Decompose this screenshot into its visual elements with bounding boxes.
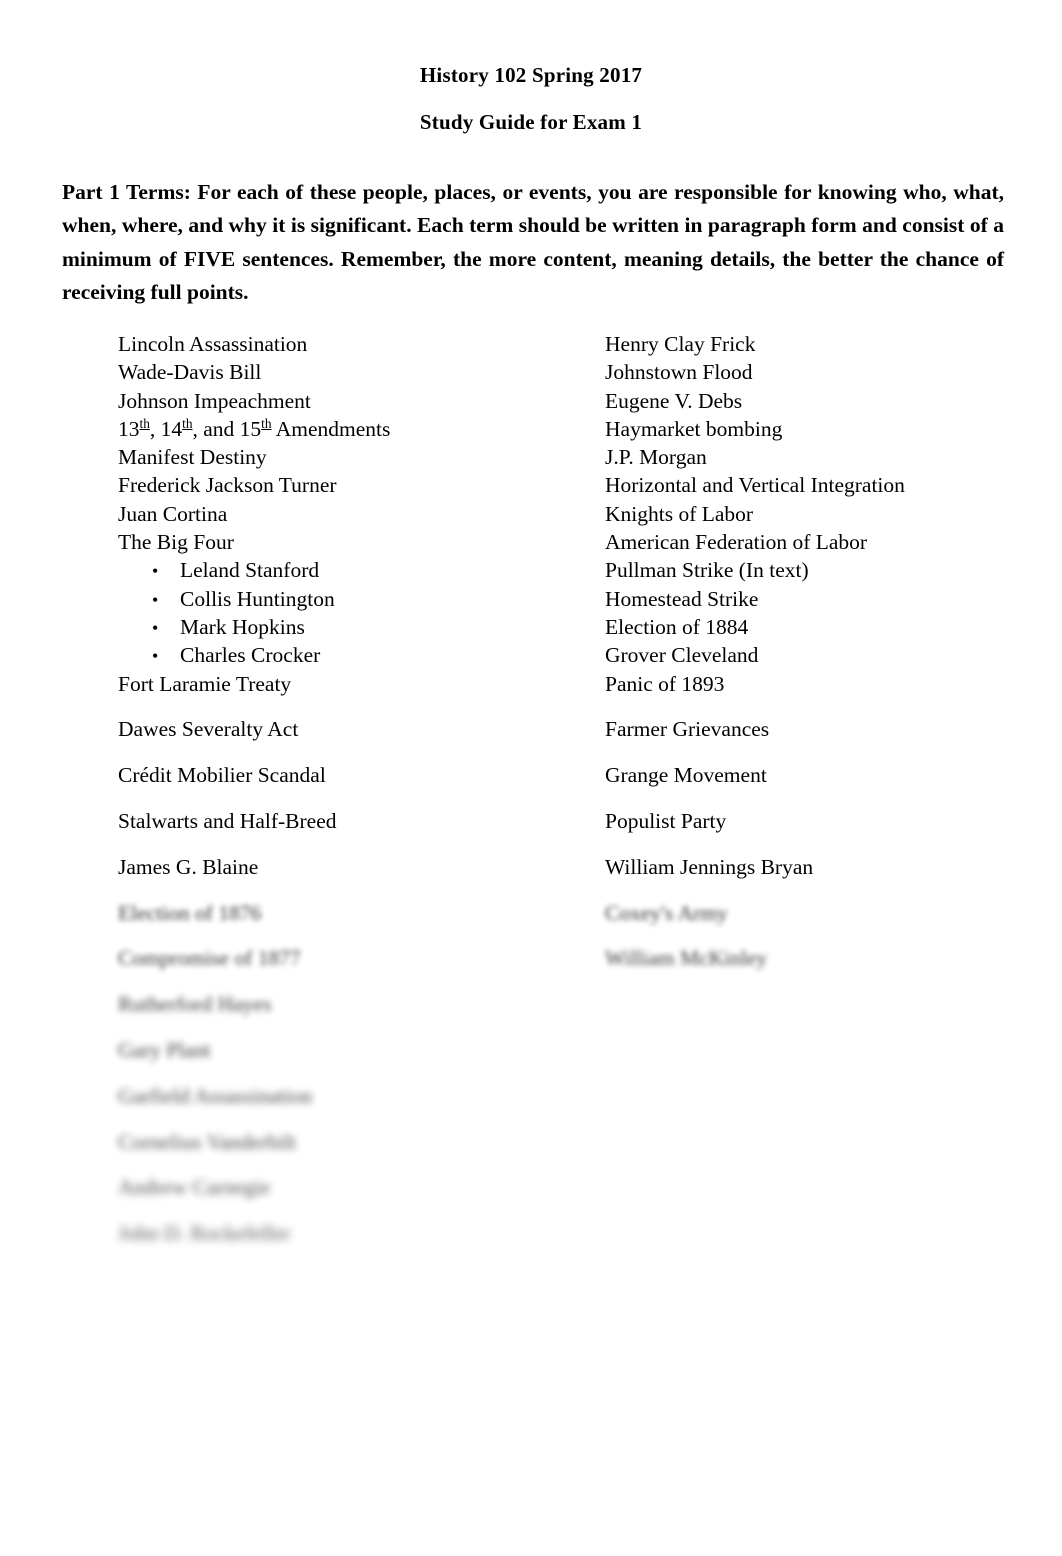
term-row: • Leland Stanford Pullman Strike (In text)	[0, 556, 1062, 584]
term-bullet-item: • Collis Huntington	[152, 585, 335, 614]
document-page: History 102 Spring 2017 Study Guide for …	[0, 0, 1062, 1556]
term-item-right: Eugene V. Debs	[605, 388, 743, 413]
term-item-right: Grange Movement	[605, 763, 767, 788]
term-item-left: Gary Plant	[118, 1037, 211, 1062]
term-row: Cornelius Vanderbilt	[0, 1128, 1062, 1174]
term-item-left: 13th, 14th, and 15th Amendments	[118, 415, 391, 441]
term-row: Frederick Jackson Turner Horizontal and V…	[0, 471, 1062, 499]
term-row: Dawes Severalty Act Farmer Grievances	[0, 715, 1062, 761]
bullet-icon: •	[152, 646, 159, 667]
term-item-left: Juan Cortina	[118, 501, 228, 526]
term-item-left: Wade-Davis Bill	[118, 360, 262, 385]
term-item-right: Coxey's Army	[605, 900, 728, 925]
term-bullet-item: • Charles Crocker	[152, 641, 320, 670]
term-row: Lincoln Assassination Henry Clay Frick	[0, 330, 1062, 358]
bullet-icon: •	[152, 617, 159, 638]
term-item-right: Horizontal and Vertical Integration	[605, 473, 905, 498]
term-row: Andrew Carnegie	[0, 1173, 1062, 1219]
term-item-left: Election of 1876	[118, 900, 262, 925]
term-item-left: Manifest Destiny	[118, 445, 267, 470]
term-row: • Collis Huntington Homestead Strike	[0, 585, 1062, 613]
term-row: James G. Blaine William Jennings Bryan	[0, 853, 1062, 899]
term-item-left: Dawes Severalty Act	[118, 717, 299, 742]
term-item-left: James G. Blaine	[118, 854, 259, 879]
term-item-left: Lincoln Assassination	[118, 332, 308, 356]
bullet-icon: •	[152, 561, 159, 582]
term-row: • Mark Hopkins Election of 1884	[0, 613, 1062, 641]
course-title: History 102 Spring 2017	[419, 63, 643, 87]
term-label: Mark Hopkins	[180, 614, 305, 639]
term-item-left: Stalwarts and Half-Breed	[118, 808, 337, 833]
term-item-right: Panic of 1893	[605, 671, 725, 696]
term-item-right: Haymarket bombing	[605, 416, 783, 441]
term-item-left: Fort Laramie Treaty	[118, 671, 292, 696]
bullet-icon: •	[152, 589, 159, 610]
term-row: Crédit Mobilier Scandal Grange Movement	[0, 761, 1062, 807]
term-label: Charles Crocker	[180, 643, 321, 668]
term-item-right: Pullman Strike (In text)	[605, 558, 809, 583]
term-row: Johnson Impeachment Eugene V. Debs	[0, 387, 1062, 415]
term-item-left: Johnson Impeachment	[118, 388, 311, 413]
term-bullet-item: • Leland Stanford	[152, 556, 319, 585]
term-item-right: Knights of Labor	[605, 501, 754, 526]
term-item-left: Andrew Carnegie	[118, 1175, 271, 1200]
term-item-left: Garfield Assassination	[118, 1083, 313, 1108]
term-row: Election of 1876 Coxey's Army	[0, 899, 1062, 945]
term-item-right: Election of 1884	[605, 614, 749, 639]
term-item-left: John D. Rockefeller	[118, 1221, 291, 1246]
term-item-right: Johnstown Flood	[605, 360, 753, 385]
term-item-left: The Big Four	[118, 530, 234, 555]
term-item-left: Compromise of 1877	[118, 946, 301, 971]
term-row: Garfield Assassination	[0, 1082, 1062, 1128]
term-row: Wade-Davis Bill Johnstown Flood	[0, 358, 1062, 386]
term-label: Leland Stanford	[180, 558, 320, 583]
term-item-right: Grover Cleveland	[605, 643, 759, 668]
term-item-right: William McKinley	[605, 946, 768, 971]
term-item-left: Cornelius Vanderbilt	[118, 1129, 297, 1154]
term-row: Compromise of 1877 William McKinley	[0, 944, 1062, 990]
term-row: Stalwarts and Half-Breed Populist Party	[0, 807, 1062, 853]
term-item-left: Rutherford Hayes	[118, 992, 272, 1017]
term-item-right: William Jennings Bryan	[605, 854, 814, 879]
term-row: Fort Laramie Treaty Panic of 1893	[0, 670, 1062, 716]
term-item-right: J.P. Morgan	[605, 445, 707, 470]
term-row: • Charles Crocker Grover Cleveland	[0, 641, 1062, 669]
term-item-right: American Federation of Labor	[605, 530, 868, 555]
term-item-right: Homestead Strike	[605, 586, 759, 611]
term-bullet-item: • Mark Hopkins	[152, 613, 305, 642]
term-row: John D. Rockefeller	[0, 1219, 1062, 1265]
term-item-right: Farmer Grievances	[605, 717, 770, 742]
term-row: Juan Cortina Knights of Labor	[0, 500, 1062, 528]
term-row: 13th, 14th, and 15th Amendments Haymarket…	[0, 415, 1062, 443]
term-item-left: Frederick Jackson Turner	[118, 473, 337, 498]
term-row: The Big Four American Federation of Labor	[0, 528, 1062, 556]
part1-instructions: Part 1 Terms: For each of these people, …	[62, 179, 1004, 305]
term-item-right: Populist Party	[605, 808, 727, 833]
term-item-left: Crédit Mobilier Scandal	[118, 763, 326, 788]
terms-list: Lincoln Assassination Henry Clay Frick Wad…	[0, 330, 1062, 1265]
term-item-right: Henry Clay Frick	[605, 332, 756, 356]
term-row: Rutherford Hayes	[0, 990, 1062, 1036]
study-guide-subtitle: Study Guide for Exam 1	[419, 110, 643, 134]
term-row: Manifest Destiny J.P. Morgan	[0, 443, 1062, 471]
term-label: Collis Huntington	[180, 586, 335, 611]
term-row: Gary Plant	[0, 1036, 1062, 1082]
